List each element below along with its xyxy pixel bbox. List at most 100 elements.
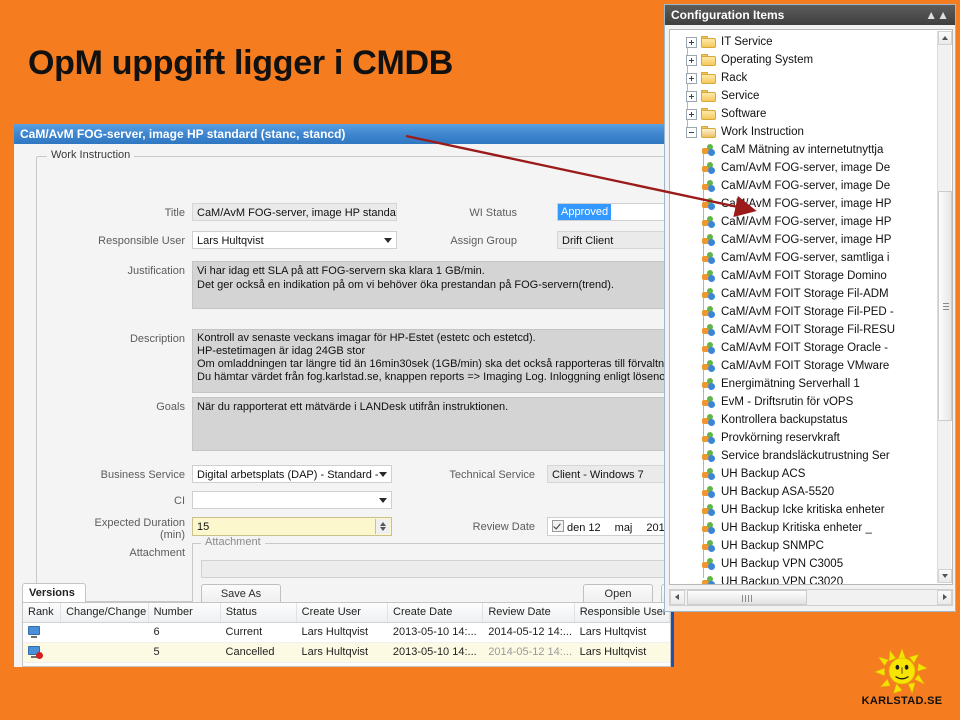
assign-group-input[interactable]: Drift Client xyxy=(557,231,671,249)
window-body: Work Instruction Title CaM/AvM FOG-serve… xyxy=(14,144,671,667)
tree-leaf-item[interactable]: Cam/AvM FOG-server, image De xyxy=(674,159,940,177)
tree-leaf-item[interactable]: Provkörning reservkraft xyxy=(674,429,940,447)
justification-textarea[interactable]: Vi har idag ett SLA på att FOG-servern s… xyxy=(192,261,671,309)
table-row[interactable]: 6 Current Lars Hultqvist 2013-05-10 14:.… xyxy=(23,623,670,643)
ci-item-icon xyxy=(702,558,716,570)
expand-icon[interactable] xyxy=(686,72,697,84)
configuration-items-tree: IT Service Operating System Rack Service xyxy=(670,30,940,584)
tree-leaf-item[interactable]: UH Backup Kritiska enheter _ xyxy=(674,519,940,537)
tree-folder-work-instruction[interactable]: Work Instruction xyxy=(674,123,940,141)
tree-vertical-scrollbar[interactable] xyxy=(937,31,952,583)
tree-horizontal-scrollbar[interactable] xyxy=(669,589,953,606)
tree-leaf-label: Kontrollera backupstatus xyxy=(721,414,848,426)
tree-leaf-item[interactable]: CaM Mätning av internetutnyttja xyxy=(674,141,940,159)
row-rank-icon xyxy=(23,643,61,662)
row-review-date: 2014-05-12 14:... xyxy=(488,626,573,638)
business-service-select[interactable]: Digital arbetsplats (DAP) - Standard - xyxy=(192,465,392,483)
table-row[interactable]: 5 Cancelled Lars Hultqvist 2013-05-10 14… xyxy=(23,643,670,663)
tree-leaf-item[interactable]: UH Backup VPN C3020 xyxy=(674,573,940,584)
technical-service-input[interactable]: Client - Windows 7 xyxy=(547,465,671,483)
tree-leaf-item[interactable]: UH Backup ACS xyxy=(674,465,940,483)
expand-icon[interactable] xyxy=(686,90,697,102)
folder-open-icon xyxy=(701,126,716,138)
goals-textarea[interactable]: När du rapporterat ett mätvärde i LANDes… xyxy=(192,397,671,451)
tree-leaf-item[interactable]: Energimätning Serverhall 1 xyxy=(674,375,940,393)
column-header-status[interactable]: Status xyxy=(221,603,297,622)
expected-duration-stepper[interactable]: 15 xyxy=(192,517,392,536)
tree-leaf-item[interactable]: CaM/AvM FOG-server, image De xyxy=(674,177,940,195)
expand-icon[interactable] xyxy=(686,36,697,48)
tree-leaf-item[interactable]: Kontrollera backupstatus xyxy=(674,411,940,429)
tree-leaf-item[interactable]: CaM/AvM FOG-server, image HP xyxy=(674,213,940,231)
tree-leaf-label: Cam/AvM FOG-server, image De xyxy=(721,162,891,174)
review-date-field[interactable]: den 12 maj 2014 xyxy=(547,517,671,536)
tree-leaf-label: CaM/AvM FOG-server, image De xyxy=(721,180,891,192)
description-textarea[interactable]: Kontroll av senaste veckans imagar för H… xyxy=(192,329,671,393)
tree-folder-it-service[interactable]: IT Service xyxy=(674,33,940,51)
scroll-down-arrow-icon[interactable] xyxy=(938,569,952,583)
tree-leaf-item-target[interactable]: CaM/AvM FOG-server, image HP xyxy=(674,195,940,213)
chevron-down-icon xyxy=(379,498,387,503)
column-header-review-date[interactable]: Review Date xyxy=(483,603,575,622)
tree-leaf-item[interactable]: UH Backup Icke kritiska enheter xyxy=(674,501,940,519)
scroll-up-arrow-icon[interactable] xyxy=(938,31,952,45)
tree-leaf-label: Provkörning reservkraft xyxy=(721,432,840,444)
logo-caption: KARLSTAD.SE xyxy=(861,695,943,707)
attachment-path-input[interactable] xyxy=(201,560,671,578)
row-create-date: 2013-05-10 14:... xyxy=(392,646,477,658)
chevrons-up-icon[interactable]: ▲▲ xyxy=(925,5,949,25)
tree-folder-software[interactable]: Software xyxy=(674,105,940,123)
monitor-cancelled-icon xyxy=(28,646,43,659)
tree-leaf-item[interactable]: CaM/AvM FOIT Storage Fil-PED - xyxy=(674,303,940,321)
scrollbar-grip-icon xyxy=(943,303,949,310)
tree-folder-rack[interactable]: Rack xyxy=(674,69,940,87)
tree-leaf-item[interactable]: UH Backup SNMPC xyxy=(674,537,940,555)
expand-icon[interactable] xyxy=(686,54,697,66)
responsible-user-select[interactable]: Lars Hultqvist xyxy=(192,231,397,249)
scroll-right-arrow-icon[interactable] xyxy=(937,590,952,605)
tree-leaf-item[interactable]: CaM/AvM FOIT Storage Oracle - xyxy=(674,339,940,357)
expand-icon[interactable] xyxy=(686,108,697,120)
tree-leaf-item[interactable]: CaM/AvM FOIT Storage Fil-RESU xyxy=(674,321,940,339)
ci-select[interactable] xyxy=(192,491,392,509)
title-input[interactable]: CaM/AvM FOG-server, image HP standar xyxy=(192,203,397,221)
collapse-icon[interactable] xyxy=(686,126,697,138)
tree-folder-label: Software xyxy=(721,108,767,120)
tree-leaf-item[interactable]: UH Backup VPN C3005 xyxy=(674,555,940,573)
column-header-change[interactable]: Change/Change ... xyxy=(61,603,149,622)
tree-leaf-item[interactable]: CaM/AvM FOG-server, image HP xyxy=(674,231,940,249)
column-header-create-date[interactable]: Create Date xyxy=(388,603,484,622)
ci-item-icon xyxy=(702,540,716,552)
tree-leaf-item[interactable]: CaM/AvM FOIT Storage Fil-ADM xyxy=(674,285,940,303)
tree-folder-operating-system[interactable]: Operating System xyxy=(674,51,940,69)
tree-leaf-label: Cam/AvM FOG-server, samtliga i xyxy=(721,252,890,264)
tree-folder-label: Service xyxy=(721,90,760,102)
tree-leaf-item[interactable]: CaM/AvM FOIT Storage VMware xyxy=(674,357,940,375)
scroll-left-arrow-icon[interactable] xyxy=(670,590,685,605)
stepper-arrows-icon[interactable] xyxy=(375,519,390,534)
review-date-checkbox[interactable] xyxy=(552,520,564,532)
tab-versions[interactable]: Versions xyxy=(22,583,86,602)
tree-leaf-item[interactable]: CaM/AvM FOIT Storage Domino xyxy=(674,267,940,285)
folder-icon xyxy=(701,54,716,66)
tree-folder-label: Work Instruction xyxy=(721,126,804,138)
scrollbar-thumb[interactable] xyxy=(938,191,952,421)
column-header-responsible-user[interactable]: Responsible User xyxy=(575,603,670,622)
sun-icon xyxy=(874,648,928,694)
wi-status-field[interactable]: Approved xyxy=(557,203,671,221)
tree-leaf-item[interactable]: Cam/AvM FOG-server, samtliga i xyxy=(674,249,940,267)
ci-item-icon xyxy=(702,252,716,264)
tree-leaf-item[interactable]: UH Backup ASA-5520 xyxy=(674,483,940,501)
tree-leaf-item[interactable]: Service brandsläckutrustning Ser xyxy=(674,447,940,465)
column-header-number[interactable]: Number xyxy=(149,603,221,622)
configuration-items-tree-container[interactable]: IT Service Operating System Rack Service xyxy=(669,29,953,585)
slide-canvas: OpM uppgift ligger i CMDB CaM/AvM FOG-se… xyxy=(0,0,960,720)
tree-leaf-label: CaM/AvM FOIT Storage Fil-ADM xyxy=(721,288,889,300)
chevron-down-icon xyxy=(384,238,392,243)
tree-folder-service[interactable]: Service xyxy=(674,87,940,105)
column-header-create-user[interactable]: Create User xyxy=(297,603,389,622)
scrollbar-thumb-horizontal[interactable] xyxy=(687,590,807,605)
tree-leaf-item[interactable]: EvM - Driftsrutin för vOPS xyxy=(674,393,940,411)
row-change xyxy=(61,623,149,642)
column-header-rank[interactable]: Rank xyxy=(23,603,62,622)
